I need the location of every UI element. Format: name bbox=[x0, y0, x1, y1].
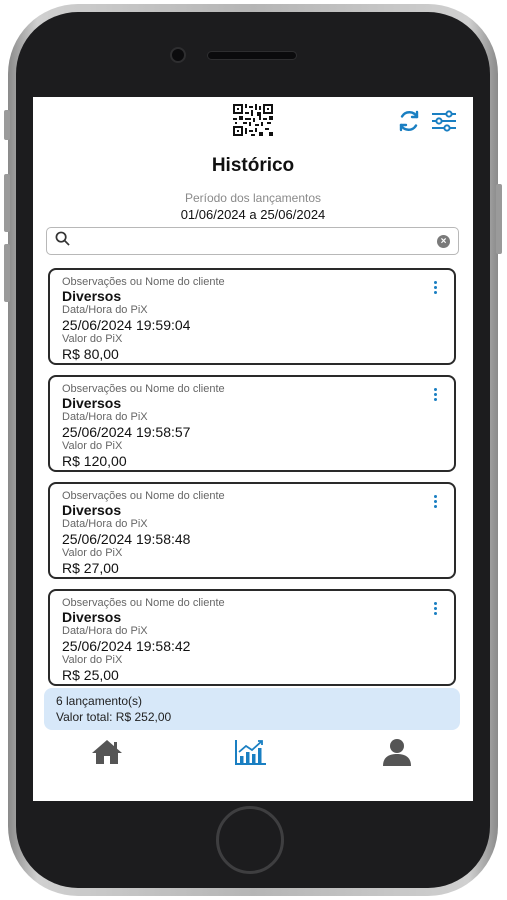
list-item[interactable]: Observações ou Nome do cliente Diversos … bbox=[48, 375, 456, 472]
bottom-tab-bar bbox=[33, 733, 473, 773]
entries-count: 6 lançamento(s) bbox=[56, 694, 143, 708]
summary-panel: 6 lançamento(s) Valor total: R$ 252,00 bbox=[44, 688, 460, 730]
list-item[interactable]: Observações ou Nome do cliente Diversos … bbox=[48, 268, 456, 365]
value-label: Valor do PiX bbox=[62, 440, 123, 452]
volume-up-button bbox=[4, 174, 10, 232]
clear-icon[interactable]: × bbox=[437, 234, 450, 248]
list-item[interactable]: Observações ou Nome do cliente Diversos … bbox=[48, 589, 456, 686]
search-icon bbox=[55, 231, 70, 251]
value-label: Valor do PiX bbox=[62, 333, 123, 345]
tab-profile[interactable] bbox=[379, 737, 415, 767]
total-value: Valor total: R$ 252,00 bbox=[56, 710, 172, 724]
more-vert-icon[interactable] bbox=[432, 388, 438, 401]
period-value[interactable]: 01/06/2024 a 25/06/2024 bbox=[33, 207, 473, 222]
chart-icon bbox=[235, 740, 266, 765]
app-screen: Histórico Período dos lançamentos 01/06/… bbox=[33, 97, 473, 801]
value-label: Valor do PiX bbox=[62, 654, 123, 666]
more-vert-icon[interactable] bbox=[432, 281, 438, 294]
more-vert-icon[interactable] bbox=[432, 495, 438, 508]
power-button bbox=[496, 184, 502, 254]
entries-list[interactable]: Observações ou Nome do cliente Diversos … bbox=[48, 268, 456, 688]
client-name: Diversos bbox=[62, 609, 122, 625]
date-value: 25/06/2024 19:58:57 bbox=[62, 424, 191, 440]
refresh-icon[interactable] bbox=[395, 107, 423, 135]
mute-switch bbox=[4, 110, 10, 140]
home-icon bbox=[92, 740, 122, 764]
client-name: Diversos bbox=[62, 502, 122, 518]
client-name: Diversos bbox=[62, 288, 122, 304]
date-label: Data/Hora do PiX bbox=[62, 411, 148, 423]
search-bar[interactable]: × bbox=[46, 227, 459, 255]
list-item[interactable]: Observações ou Nome do cliente Diversos … bbox=[48, 482, 456, 579]
amount-value: R$ 80,00 bbox=[62, 346, 119, 362]
amount-value: R$ 120,00 bbox=[62, 453, 127, 469]
front-camera bbox=[170, 47, 186, 63]
date-value: 25/06/2024 19:58:48 bbox=[62, 531, 191, 547]
period-label: Período dos lançamentos bbox=[184, 191, 322, 205]
client-name: Diversos bbox=[62, 395, 122, 411]
tab-history[interactable] bbox=[233, 737, 269, 767]
value-label: Valor do PiX bbox=[62, 547, 123, 559]
search-input[interactable] bbox=[76, 229, 431, 253]
more-vert-icon[interactable] bbox=[432, 602, 438, 615]
amount-value: R$ 27,00 bbox=[62, 560, 119, 576]
amount-value: R$ 25,00 bbox=[62, 667, 119, 683]
date-label: Data/Hora do PiX bbox=[62, 625, 148, 637]
date-label: Data/Hora do PiX bbox=[62, 304, 148, 316]
sliders-icon[interactable] bbox=[429, 107, 459, 135]
tab-home[interactable] bbox=[89, 737, 125, 767]
date-value: 25/06/2024 19:59:04 bbox=[62, 317, 191, 333]
qr-code-icon[interactable] bbox=[233, 104, 273, 136]
home-hardware-button bbox=[216, 806, 284, 874]
page-title: Histórico bbox=[211, 155, 295, 176]
user-icon bbox=[383, 739, 411, 766]
date-value: 25/06/2024 19:58:42 bbox=[62, 638, 191, 654]
earpiece-speaker bbox=[207, 51, 297, 60]
date-label: Data/Hora do PiX bbox=[62, 518, 148, 530]
volume-down-button bbox=[4, 244, 10, 302]
